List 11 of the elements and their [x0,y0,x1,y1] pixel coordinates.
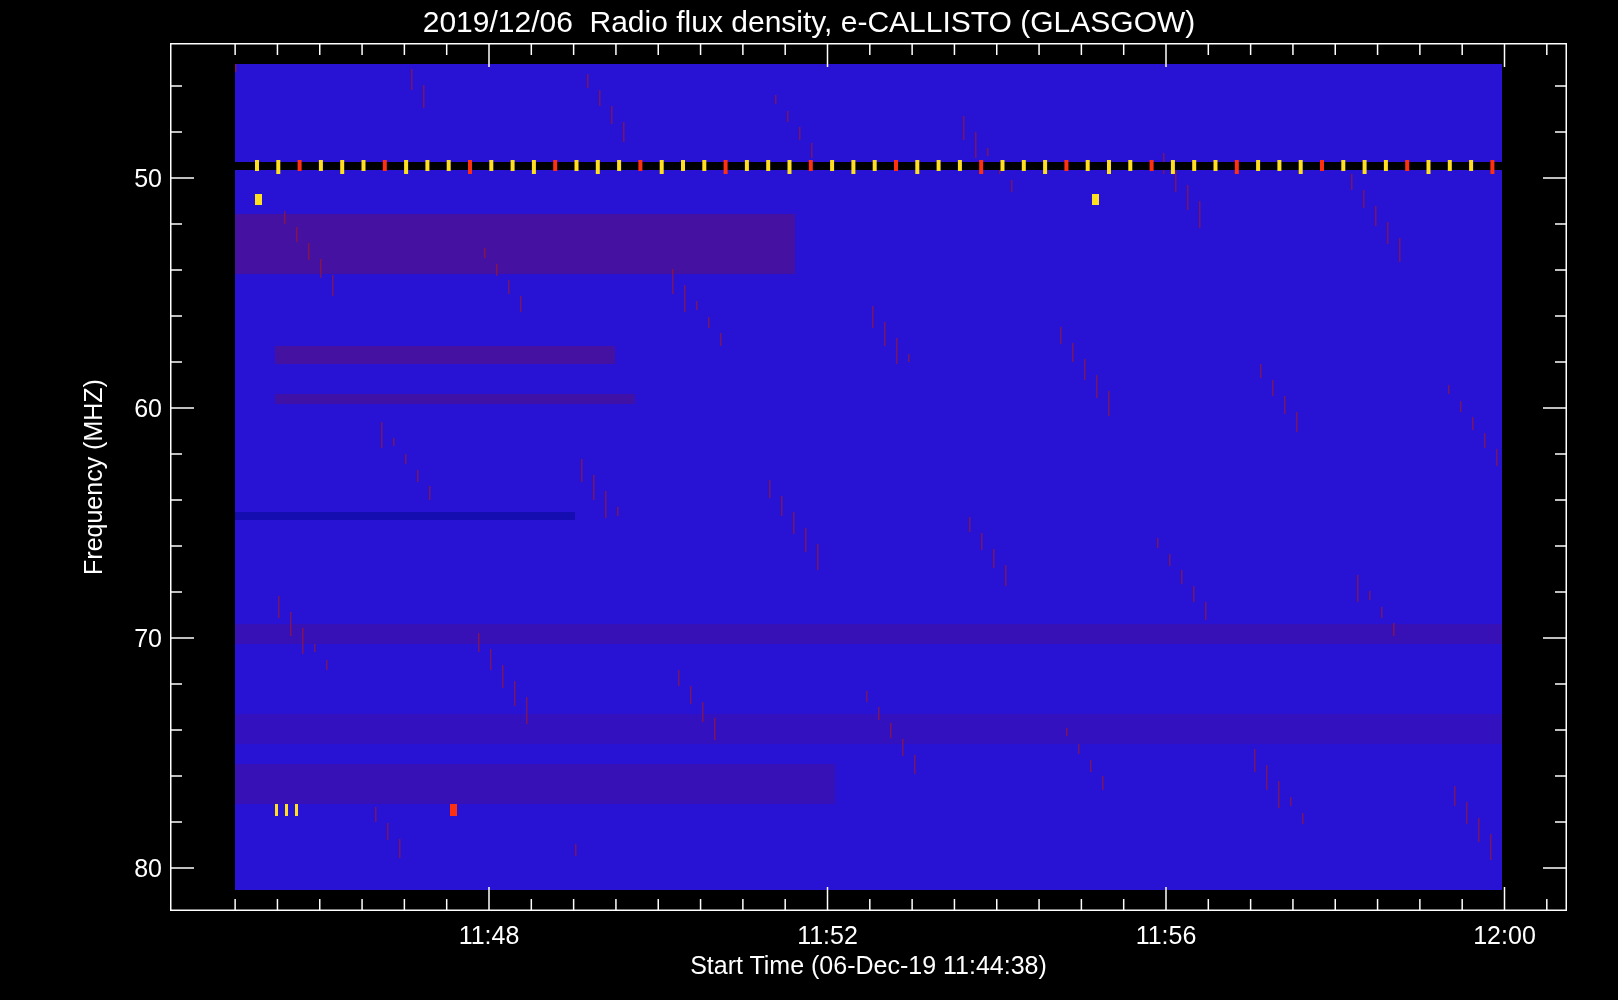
y-tick-label: 50 [134,165,162,191]
y-tick-label: 70 [134,625,162,651]
x-tick-label: 11:52 [797,923,858,948]
x-axis-label: Start Time (06-Dec-19 11:44:38) [690,953,1047,978]
x-tick-label: 12:00 [1473,923,1536,948]
y-tick-label: 80 [134,855,162,881]
plot-title: 2019/12/06 Radio flux density, e-CALLISTO (GLASGOW) [422,6,1196,37]
x-tick-label: 11:56 [1135,923,1197,948]
x-tick-label: 11:48 [458,923,520,948]
y-tick-label: 60 [134,395,162,421]
y-axis-label: Frequency (MHZ) [80,379,106,575]
